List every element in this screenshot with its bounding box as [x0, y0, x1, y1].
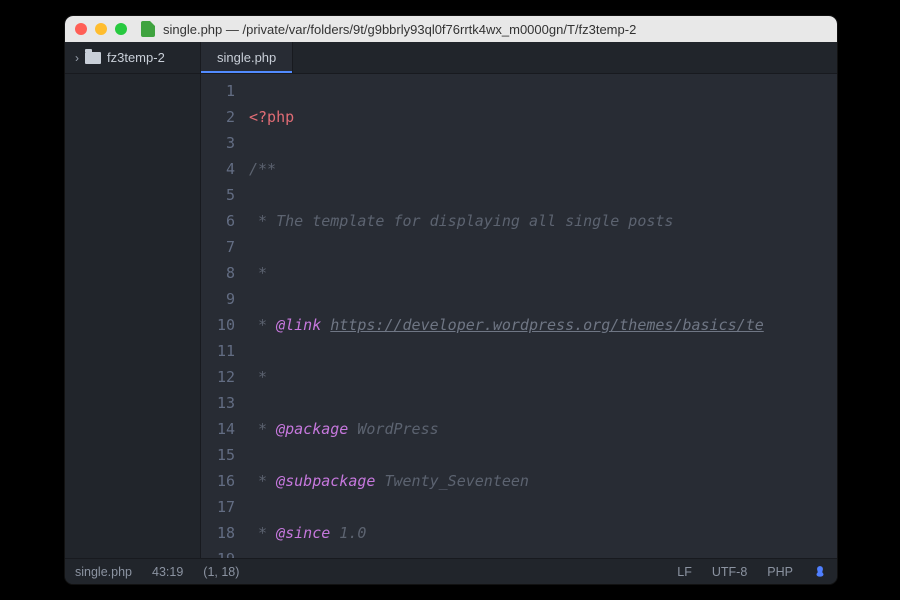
status-language[interactable]: PHP	[767, 565, 793, 579]
minimize-icon[interactable]	[95, 23, 107, 35]
main-area: 123 456 789 101112 131415 161718 19 <?ph…	[65, 74, 837, 558]
window-title: single.php — /private/var/folders/9t/g9b…	[163, 22, 827, 37]
status-file[interactable]: single.php	[75, 565, 132, 579]
tree-root[interactable]: › fz3temp-2	[65, 42, 201, 73]
status-eol[interactable]: LF	[677, 565, 692, 579]
squirrel-icon[interactable]	[813, 565, 827, 579]
status-bar: single.php 43:19 (1, 18) LF UTF-8 PHP	[65, 558, 837, 584]
code-editor[interactable]: 123 456 789 101112 131415 161718 19 <?ph…	[201, 74, 837, 558]
file-tree-sidebar[interactable]	[65, 74, 201, 558]
status-position[interactable]: 43:19	[152, 565, 183, 579]
zoom-icon[interactable]	[115, 23, 127, 35]
folder-icon	[85, 52, 101, 64]
code-content[interactable]: <?php /** * The template for displaying …	[245, 74, 837, 558]
tab-label: single.php	[217, 50, 276, 65]
chevron-right-icon: ›	[75, 51, 79, 65]
close-icon[interactable]	[75, 23, 87, 35]
document-icon	[141, 21, 155, 37]
titlebar: single.php — /private/var/folders/9t/g9b…	[65, 16, 837, 42]
line-gutter: 123 456 789 101112 131415 161718 19	[201, 74, 245, 558]
tab-bar: › fz3temp-2 single.php	[65, 42, 837, 74]
window-controls	[75, 23, 127, 35]
editor-window: single.php — /private/var/folders/9t/g9b…	[65, 16, 837, 584]
tree-root-label: fz3temp-2	[107, 50, 165, 65]
status-selection[interactable]: (1, 18)	[203, 565, 239, 579]
status-encoding[interactable]: UTF-8	[712, 565, 747, 579]
tab-single-php[interactable]: single.php	[201, 42, 293, 73]
